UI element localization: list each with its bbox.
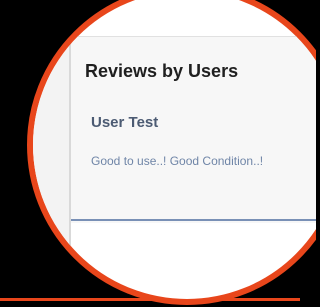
page-left-panel: [33, 0, 69, 299]
review-divider: [71, 219, 316, 221]
reviews-section-title: Reviews by Users: [85, 61, 239, 81]
review-comment: Good to use..! Good Condition..!: [91, 154, 264, 168]
magnified-highlight-circle: Reviews by Users User Test Good to use..…: [27, 0, 316, 305]
screenshot-stage: Reviews by Users User Test Good to use..…: [0, 0, 316, 307]
review-author: User Test: [91, 114, 159, 131]
reviews-section: Reviews by Users User Test Good to use..…: [71, 36, 316, 223]
